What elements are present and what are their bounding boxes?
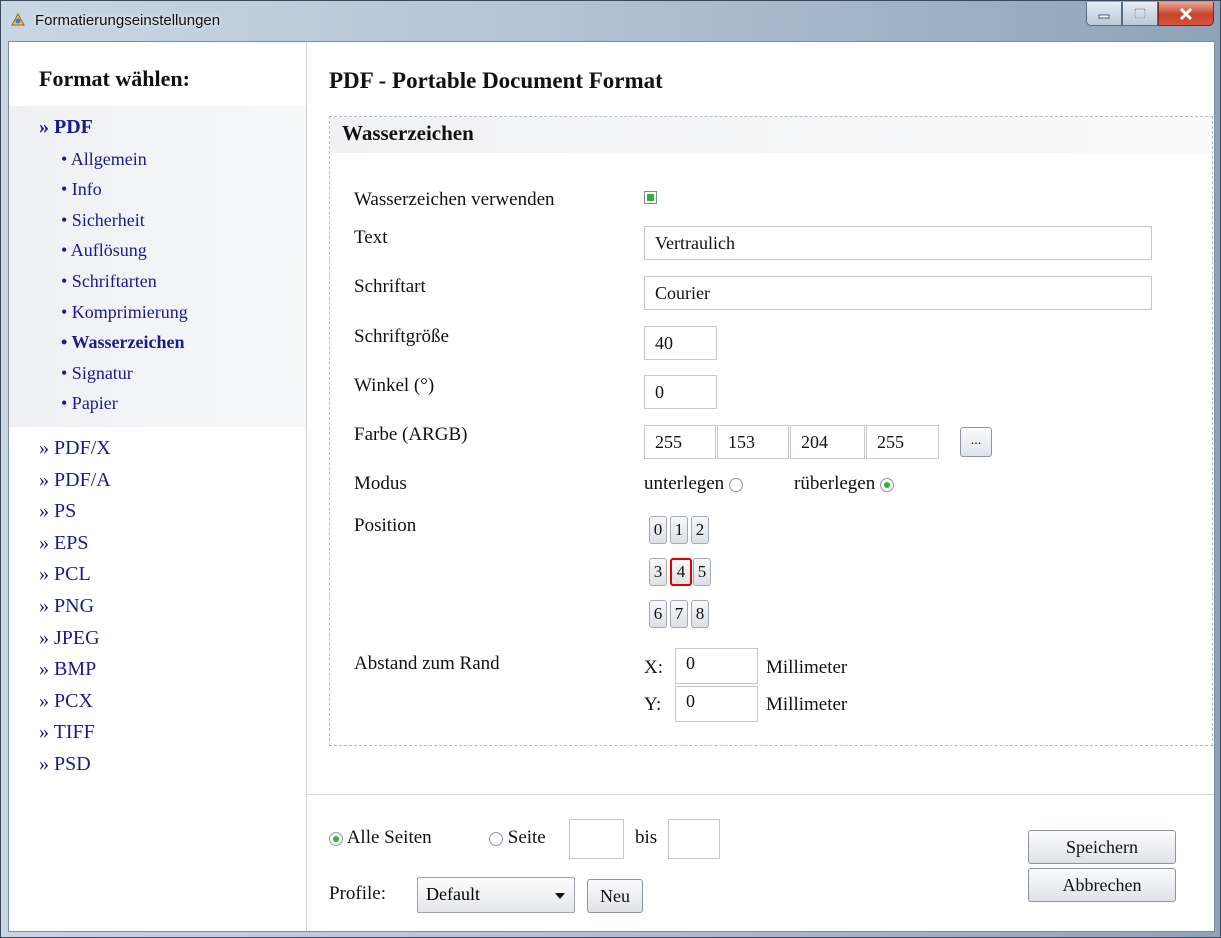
- watermark-panel: Wasserzeichen Wasserzeichen verwenden Te…: [329, 116, 1213, 746]
- format-item-jpeg[interactable]: » JPEG: [9, 623, 306, 655]
- section-title: Wasserzeichen: [330, 117, 1212, 153]
- format-item-png[interactable]: » PNG: [9, 591, 306, 623]
- font-size-input[interactable]: 40: [644, 326, 717, 360]
- mode-over-radio[interactable]: [879, 477, 894, 492]
- format-item-pdf[interactable]: » PDF: [9, 112, 306, 144]
- color-a-input[interactable]: 255: [644, 425, 716, 459]
- use-watermark-checkbox[interactable]: [644, 191, 657, 204]
- sub-item-papier[interactable]: • Papier: [9, 388, 306, 419]
- color-label: Farbe (ARGB): [354, 424, 468, 445]
- page-title: PDF - Portable Document Format: [329, 68, 663, 93]
- color-r-input[interactable]: 153: [717, 425, 789, 459]
- format-item-pdfa[interactable]: » PDF/A: [9, 465, 306, 497]
- angle-label: Winkel (°): [354, 375, 435, 396]
- margin-y-unit: Millimeter: [766, 694, 848, 715]
- angle-input[interactable]: 0: [644, 375, 717, 409]
- page-range-label: Seite: [507, 827, 546, 848]
- text-input[interactable]: Vertraulich: [644, 226, 1152, 260]
- format-item-psd[interactable]: » PSD: [9, 749, 306, 781]
- position-2-button[interactable]: 2: [691, 516, 709, 544]
- page-range-radio[interactable]: [489, 831, 503, 846]
- client-area: Format wählen: » PDF • Allgemein • Info …: [8, 41, 1215, 932]
- color-g-input[interactable]: 204: [790, 425, 865, 459]
- position-7-button[interactable]: 7: [670, 600, 688, 628]
- maximize-icon: [1134, 7, 1146, 19]
- format-list: » PDF/X » PDF/A » PS » EPS » PCL » PNG »…: [9, 427, 306, 781]
- all-pages-option[interactable]: Alle Seiten: [329, 827, 432, 849]
- sub-item-allgemein[interactable]: • Allgemein: [9, 144, 306, 175]
- page-to-label: bis: [635, 827, 658, 848]
- position-8-button[interactable]: 8: [691, 600, 709, 628]
- margin-x-input[interactable]: 0: [675, 648, 758, 684]
- cancel-button[interactable]: Abbrechen: [1028, 868, 1176, 902]
- text-label: Text: [354, 227, 388, 248]
- sidebar-header: Format wählen:: [39, 66, 190, 91]
- position-4-button[interactable]: 4: [670, 558, 692, 586]
- mode-over-option[interactable]: rüberlegen: [794, 473, 894, 495]
- app-icon: [11, 12, 25, 26]
- format-item-ps[interactable]: » PS: [9, 496, 306, 528]
- save-button[interactable]: Speichern: [1028, 830, 1176, 864]
- chevron-down-icon: [555, 893, 565, 899]
- profile-select[interactable]: Default: [417, 877, 575, 913]
- position-6-button[interactable]: 6: [649, 600, 667, 628]
- margin-x-label: X:: [644, 657, 663, 678]
- dialog-window: Formatierungseinstellungen Format wählen…: [0, 0, 1221, 938]
- sub-item-komprimierung[interactable]: • Komprimierung: [9, 297, 306, 328]
- margin-x-unit: Millimeter: [766, 657, 848, 678]
- sub-item-wasserzeichen[interactable]: • Wasserzeichen: [9, 327, 306, 358]
- format-item-bmp[interactable]: » BMP: [9, 654, 306, 686]
- footer-bar: Alle Seiten Seite bis Profile: Default N…: [307, 794, 1214, 932]
- maximize-button[interactable]: [1122, 2, 1158, 26]
- color-b-input[interactable]: 255: [866, 425, 939, 459]
- format-item-tiff[interactable]: » TIFF: [9, 717, 306, 749]
- page-from-input[interactable]: [569, 819, 624, 859]
- margin-label: Abstand zum Rand: [354, 653, 500, 674]
- close-button[interactable]: [1158, 2, 1214, 26]
- position-5-button[interactable]: 5: [693, 558, 711, 586]
- main-panel: PDF - Portable Document Format Wasserzei…: [307, 42, 1214, 931]
- sub-item-schriftarten[interactable]: • Schriftarten: [9, 266, 306, 297]
- profile-select-value: Default: [426, 884, 480, 904]
- position-3-button[interactable]: 3: [649, 558, 667, 586]
- margin-y-label: Y:: [644, 694, 662, 715]
- mode-under-label: unterlegen: [644, 473, 725, 494]
- active-format-group: » PDF • Allgemein • Info • Sicherheit • …: [9, 106, 306, 427]
- mode-under-radio[interactable]: [728, 477, 743, 492]
- window-title: Formatierungseinstellungen: [35, 12, 221, 29]
- mode-label: Modus: [354, 473, 407, 494]
- minimize-icon: [1098, 14, 1110, 18]
- format-item-pcx[interactable]: » PCX: [9, 686, 306, 718]
- format-item-eps[interactable]: » EPS: [9, 528, 306, 560]
- all-pages-label: Alle Seiten: [346, 827, 432, 848]
- sub-item-sicherheit[interactable]: • Sicherheit: [9, 205, 306, 236]
- mode-under-option[interactable]: unterlegen: [644, 473, 743, 495]
- minimize-button[interactable]: [1086, 2, 1122, 26]
- font-label: Schriftart: [354, 276, 426, 297]
- font-size-label: Schriftgröße: [354, 326, 449, 347]
- color-picker-button[interactable]: ...: [960, 427, 992, 457]
- page-range-option[interactable]: Seite: [489, 827, 546, 849]
- new-profile-button[interactable]: Neu: [587, 879, 643, 913]
- use-watermark-label: Wasserzeichen verwenden: [354, 189, 555, 210]
- close-icon: [1179, 7, 1193, 20]
- format-sidebar: Format wählen: » PDF • Allgemein • Info …: [9, 42, 307, 931]
- sub-item-aufloesung[interactable]: • Auflösung: [9, 235, 306, 266]
- position-1-button[interactable]: 1: [670, 516, 688, 544]
- mode-over-label: rüberlegen: [794, 473, 876, 494]
- format-item-pcl[interactable]: » PCL: [9, 559, 306, 591]
- format-item-pdfx[interactable]: » PDF/X: [9, 433, 306, 465]
- all-pages-radio[interactable]: [329, 831, 343, 846]
- position-0-button[interactable]: 0: [649, 516, 667, 544]
- page-to-input[interactable]: [668, 819, 720, 859]
- sub-item-info[interactable]: • Info: [9, 174, 306, 205]
- font-input[interactable]: Courier: [644, 276, 1152, 310]
- margin-y-input[interactable]: 0: [675, 686, 758, 722]
- position-label: Position: [354, 515, 417, 536]
- profile-label: Profile:: [329, 883, 386, 904]
- sub-item-signatur[interactable]: • Signatur: [9, 358, 306, 389]
- title-bar: Formatierungseinstellungen: [1, 1, 1220, 41]
